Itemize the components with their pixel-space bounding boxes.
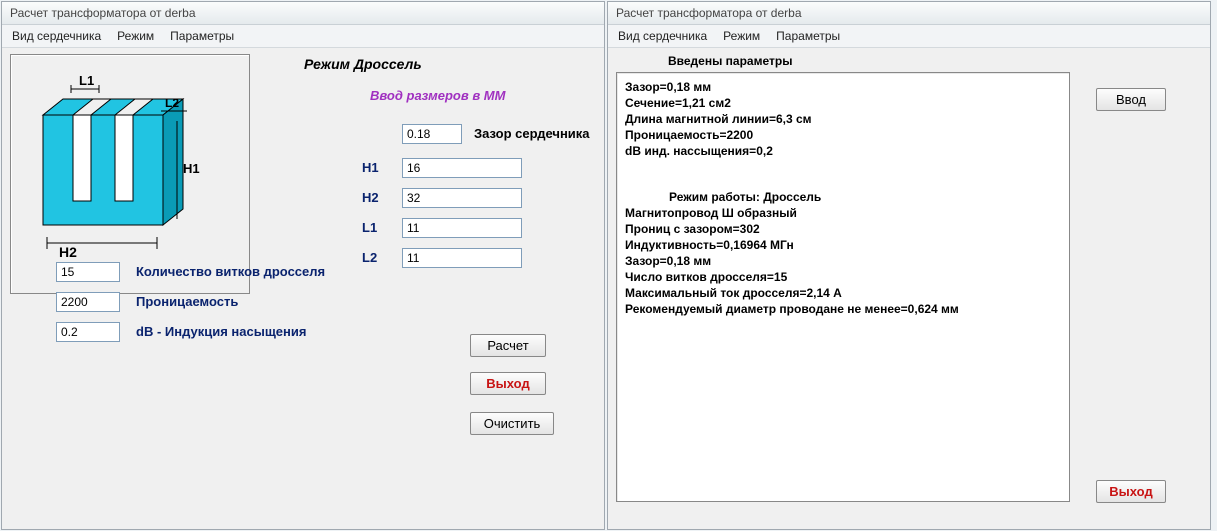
menu-mode[interactable]: Режим <box>117 29 154 43</box>
window-right-title: Расчет трансформатора от derba <box>608 2 1210 25</box>
h1-label: H1 <box>362 160 379 175</box>
turns-input[interactable] <box>56 262 120 282</box>
enter-button[interactable]: Ввод <box>1096 88 1166 111</box>
perm-input[interactable] <box>56 292 120 312</box>
menu-params[interactable]: Параметры <box>170 29 234 43</box>
db-input[interactable] <box>56 322 120 342</box>
h1-input[interactable] <box>402 158 522 178</box>
menubar-right: Вид сердечника Режим Параметры <box>608 25 1210 48</box>
client-right: Введены параметры Зазор=0,18 ммСечение=1… <box>608 48 1210 529</box>
gap-input[interactable] <box>402 124 462 144</box>
size-hint: Ввод размеров в ММ <box>370 88 505 103</box>
client-left: L1 L2 H1 H2 Режим Дроссель Ввод размеров… <box>2 48 604 529</box>
label-h2: H2 <box>59 244 77 260</box>
db-label: dB - Индукция насыщения <box>136 324 306 339</box>
gap-label: Зазор сердечника <box>474 126 590 141</box>
params-title: Введены параметры <box>668 54 792 68</box>
l1-input[interactable] <box>402 218 522 238</box>
mode-title: Режим Дроссель <box>304 56 422 72</box>
menu-core-type[interactable]: Вид сердечника <box>12 29 101 43</box>
menu-params-r[interactable]: Параметры <box>776 29 840 43</box>
menu-mode-r[interactable]: Режим <box>723 29 760 43</box>
label-l1: L1 <box>79 73 94 88</box>
menu-core-type-r[interactable]: Вид сердечника <box>618 29 707 43</box>
window-right: Расчет трансформатора от derba Вид серде… <box>607 1 1211 530</box>
label-h1: H1 <box>183 161 200 176</box>
output-textbox: Зазор=0,18 ммСечение=1,21 см2Длина магни… <box>616 72 1070 502</box>
clear-button[interactable]: Очистить <box>470 412 554 435</box>
l2-label: L2 <box>362 250 377 265</box>
menubar-left: Вид сердечника Режим Параметры <box>2 25 604 48</box>
exit-button[interactable]: Выход <box>470 372 546 395</box>
calc-button[interactable]: Расчет <box>470 334 546 357</box>
core-diagram-frame: L1 L2 H1 H2 <box>10 54 250 294</box>
perm-label: Проницаемость <box>136 294 238 309</box>
l1-label: L1 <box>362 220 377 235</box>
window-left: Расчет трансформатора от derba Вид серде… <box>1 1 605 530</box>
h2-label: H2 <box>362 190 379 205</box>
exit-button-r[interactable]: Выход <box>1096 480 1166 503</box>
l2-input[interactable] <box>402 248 522 268</box>
window-left-title: Расчет трансформатора от derba <box>2 2 604 25</box>
label-l2: L2 <box>165 96 179 110</box>
turns-label: Количество витков дросселя <box>136 264 325 279</box>
core-diagram: L1 L2 H1 H2 <box>17 61 235 261</box>
h2-input[interactable] <box>402 188 522 208</box>
